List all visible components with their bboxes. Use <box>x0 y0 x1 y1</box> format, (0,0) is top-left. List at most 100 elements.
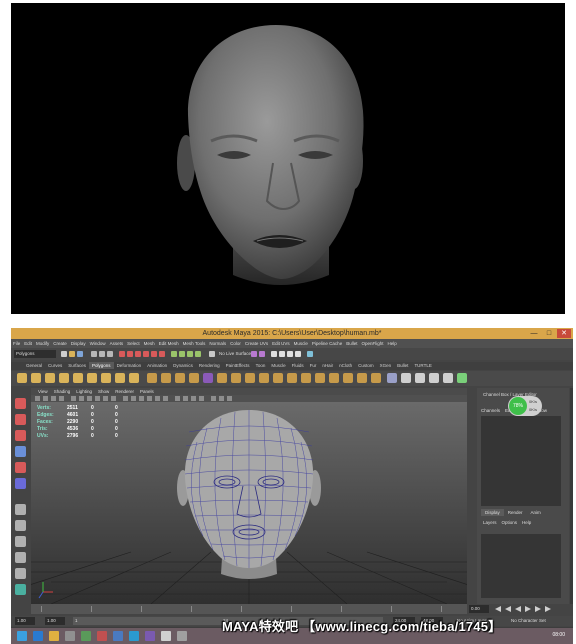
menu-edit[interactable]: Edit <box>22 339 34 346</box>
vp-menu-renderer[interactable]: Renderer <box>112 388 137 394</box>
bevel-icon[interactable] <box>343 373 353 383</box>
app-icon[interactable] <box>81 631 91 641</box>
menu-mesh[interactable]: Mesh <box>142 339 157 346</box>
menu-muscle[interactable]: Muscle <box>292 339 310 346</box>
render-settings-icon[interactable] <box>295 351 301 357</box>
playback-start-field[interactable]: 1.00 <box>45 617 65 625</box>
safe-action-icon[interactable] <box>111 396 116 401</box>
current-time-field[interactable]: 0.00 <box>469 605 489 613</box>
menu-select[interactable]: Select <box>125 339 142 346</box>
menu-create[interactable]: Create <box>51 339 69 346</box>
screen-space-ao-icon[interactable] <box>175 396 180 401</box>
tab-painteffects[interactable]: PaintEffects <box>223 362 253 369</box>
last-tool-icon[interactable] <box>15 504 26 515</box>
menu-edit-mesh[interactable]: Edit Mesh <box>157 339 181 346</box>
layout-outliner-icon[interactable] <box>15 568 26 579</box>
layer-menu-help[interactable]: Help <box>522 520 536 525</box>
perspective-viewport[interactable]: View Shading Lighting Show Renderer Panels <box>31 388 467 604</box>
app-icon[interactable] <box>113 631 123 641</box>
depth-of-field-icon[interactable] <box>199 396 204 401</box>
snap-grid-icon[interactable] <box>171 351 177 357</box>
textured-icon[interactable] <box>147 396 152 401</box>
layer-menu-options[interactable]: Options <box>502 520 523 525</box>
paint-select-icon[interactable] <box>15 430 26 441</box>
layout-single-icon[interactable] <box>15 520 26 531</box>
mirror-icon[interactable] <box>217 373 227 383</box>
go-to-start-icon[interactable] <box>495 606 501 612</box>
poly-cone-icon[interactable] <box>59 373 69 383</box>
app-icon[interactable] <box>145 631 155 641</box>
menu-normals[interactable]: Normals <box>207 339 228 346</box>
gate-mask-icon[interactable] <box>95 396 100 401</box>
extract-icon[interactable] <box>175 373 185 383</box>
tab-turtle[interactable]: TURTLE <box>411 362 434 369</box>
chamfer-icon[interactable] <box>357 373 367 383</box>
maximize-button[interactable]: □ <box>542 329 556 338</box>
offset-edge-icon[interactable] <box>315 373 325 383</box>
collapse-icon[interactable] <box>371 373 381 383</box>
select-component-icon[interactable] <box>107 351 113 357</box>
layer-tab-display[interactable]: Display <box>481 509 504 516</box>
poly-cylinder-icon[interactable] <box>45 373 55 383</box>
play-backwards-icon[interactable] <box>515 606 521 612</box>
planar-map-icon[interactable] <box>415 373 425 383</box>
film-gate-icon[interactable] <box>79 396 84 401</box>
vp-menu-view[interactable]: View <box>35 388 51 394</box>
hypershade-icon[interactable] <box>307 351 313 357</box>
channel-list[interactable] <box>481 416 561 506</box>
smooth-icon[interactable] <box>189 373 199 383</box>
fill-hole-icon[interactable] <box>273 373 283 383</box>
camera-attr-icon[interactable] <box>43 396 48 401</box>
app-icon[interactable] <box>177 631 187 641</box>
menu-display[interactable]: Display <box>69 339 88 346</box>
select-by-deform-icon[interactable] <box>159 351 165 357</box>
clock[interactable]: 08:00 <box>552 632 565 638</box>
split-polygon-icon[interactable] <box>287 373 297 383</box>
render-view-icon[interactable] <box>271 351 277 357</box>
tab-dynamics[interactable]: Dynamics <box>170 362 196 369</box>
tab-fluids[interactable]: Fluids <box>289 362 307 369</box>
select-tool-icon[interactable] <box>15 398 26 409</box>
lasso-tool-icon[interactable] <box>15 414 26 425</box>
isolate-select-icon[interactable] <box>211 396 216 401</box>
menu-file[interactable]: File <box>11 339 22 346</box>
vp-menu-shading[interactable]: Shading <box>51 388 74 394</box>
step-forward-icon[interactable] <box>535 606 541 612</box>
poly-torus-icon[interactable] <box>87 373 97 383</box>
menu-color[interactable]: Color <box>228 339 243 346</box>
extrude-icon[interactable] <box>231 373 241 383</box>
poly-plane-icon[interactable] <box>73 373 83 383</box>
tab-deformation[interactable]: Deformation <box>114 362 145 369</box>
tab-xgen[interactable]: XGen <box>377 362 395 369</box>
attribute-editor-side-tab[interactable] <box>570 388 573 604</box>
input-ops-icon[interactable] <box>251 351 257 357</box>
layer-tab-anim[interactable]: Anim <box>527 509 545 516</box>
layout-four-icon[interactable] <box>15 536 26 547</box>
select-by-curve-icon[interactable] <box>143 351 149 357</box>
menu-window[interactable]: Window <box>88 339 108 346</box>
xray-icon[interactable] <box>219 396 224 401</box>
menu-help[interactable]: Help <box>385 339 398 346</box>
motion-blur-icon[interactable] <box>183 396 188 401</box>
tab-nhair[interactable]: nHair <box>319 362 336 369</box>
play-forwards-icon[interactable] <box>525 606 531 612</box>
character-set-label[interactable]: No Character Set <box>511 618 546 623</box>
camera-icon[interactable] <box>35 396 40 401</box>
combine-icon[interactable] <box>147 373 157 383</box>
new-scene-icon[interactable] <box>61 351 67 357</box>
menu-edit-uvs[interactable]: Edit UVs <box>270 339 292 346</box>
merge-icon[interactable] <box>329 373 339 383</box>
snap-plane-icon[interactable] <box>195 351 201 357</box>
shadows-icon[interactable] <box>163 396 168 401</box>
layer-tab-render[interactable]: Render <box>504 509 527 516</box>
close-button[interactable]: ✕ <box>557 329 571 338</box>
vp-menu-lighting[interactable]: Lighting <box>73 388 95 394</box>
go-to-end-icon[interactable] <box>545 606 551 612</box>
scale-tool-icon[interactable] <box>15 478 26 489</box>
output-ops-icon[interactable] <box>259 351 265 357</box>
bridge-icon[interactable] <box>245 373 255 383</box>
menu-assets[interactable]: Assets <box>108 339 126 346</box>
tab-bullet[interactable]: Bullet <box>394 362 411 369</box>
menu-modify[interactable]: Modify <box>34 339 51 346</box>
poly-cube-icon[interactable] <box>31 373 41 383</box>
